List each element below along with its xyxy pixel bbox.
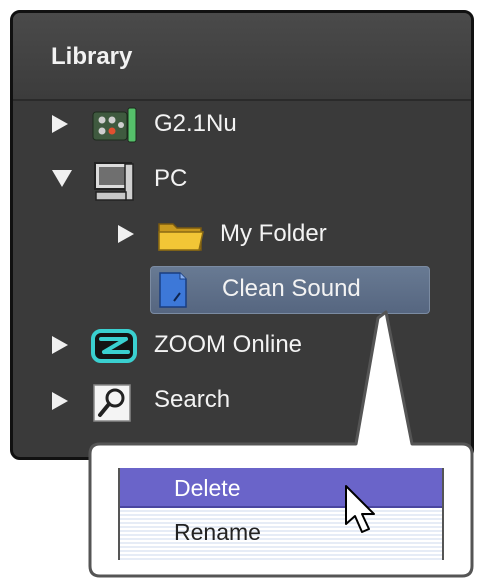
mouse-cursor-icon (345, 485, 375, 533)
context-menu: Delete Rename (118, 468, 444, 560)
menu-item-rename[interactable]: Rename (120, 512, 442, 552)
menu-item-label: Rename (174, 519, 261, 545)
menu-item-label: Delete (174, 475, 241, 501)
menu-item-delete[interactable]: Delete (120, 468, 442, 508)
